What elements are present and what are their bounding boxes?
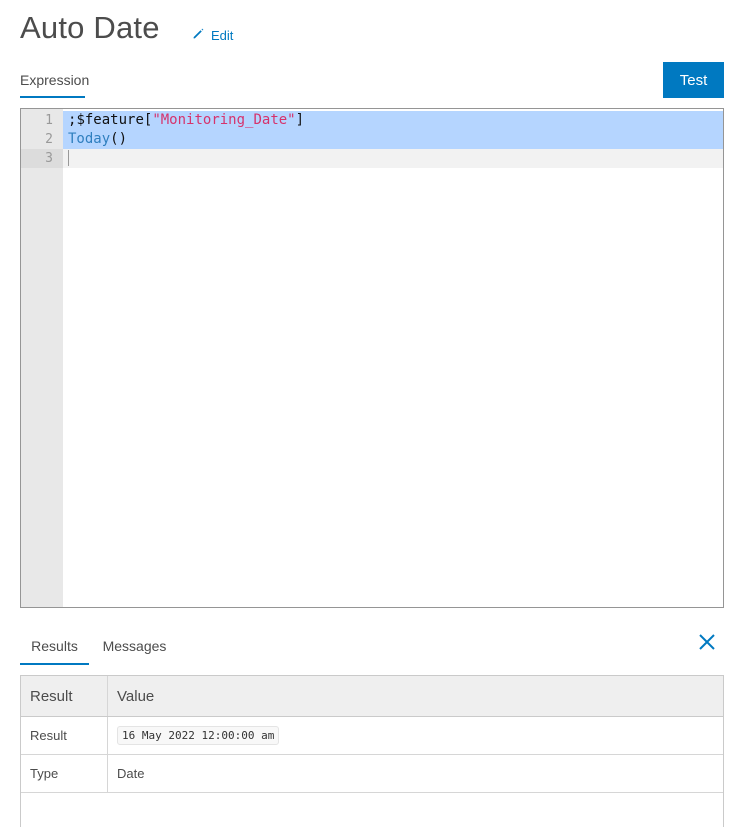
tab-results[interactable]: Results xyxy=(20,630,89,665)
column-header: Value xyxy=(117,687,155,705)
text-cursor xyxy=(68,150,69,166)
results-tab-bar: Results Messages xyxy=(20,630,200,665)
test-button[interactable]: Test xyxy=(663,62,724,98)
pencil-icon xyxy=(192,27,205,43)
line-number-gutter: 1 2 3 xyxy=(21,109,63,607)
code-token: Today xyxy=(68,131,111,147)
table-row: Result 16 May 2022 12:00:00 am xyxy=(21,717,723,755)
code-token: ] xyxy=(295,112,305,128)
code-editor[interactable]: 1 2 3 ;$feature["Monitoring_Date"] Today… xyxy=(20,108,724,608)
results-table: Result Value Result 16 May 2022 12:00:00… xyxy=(20,675,724,827)
code-token: () xyxy=(110,131,128,147)
code-line-1: ;$feature["Monitoring_Date"] xyxy=(21,111,723,130)
close-icon[interactable] xyxy=(697,632,717,652)
code-line-2: Today() xyxy=(21,130,723,149)
edit-title-link[interactable]: Edit xyxy=(192,27,233,43)
code-token: $feature xyxy=(76,112,144,128)
table-cell-value: 16 May 2022 12:00:00 am xyxy=(108,717,723,754)
code-token: "Monitoring_Date" xyxy=(152,112,296,128)
table-header-row: Result Value xyxy=(21,676,723,717)
column-header: Result xyxy=(21,676,108,716)
tab-messages[interactable]: Messages xyxy=(100,630,169,665)
tab-expression[interactable]: Expression xyxy=(20,64,89,98)
table-row: Type Date xyxy=(21,755,723,793)
line-number: 3 xyxy=(21,149,63,168)
page-title: Auto Date xyxy=(20,10,160,45)
edit-label: Edit xyxy=(211,27,234,43)
table-cell-value: Date xyxy=(117,766,145,781)
code-line xyxy=(21,149,723,168)
table-cell-key: Type xyxy=(21,755,108,792)
result-value: 16 May 2022 12:00:00 am xyxy=(117,726,280,745)
table-cell-key: Result xyxy=(21,717,108,754)
